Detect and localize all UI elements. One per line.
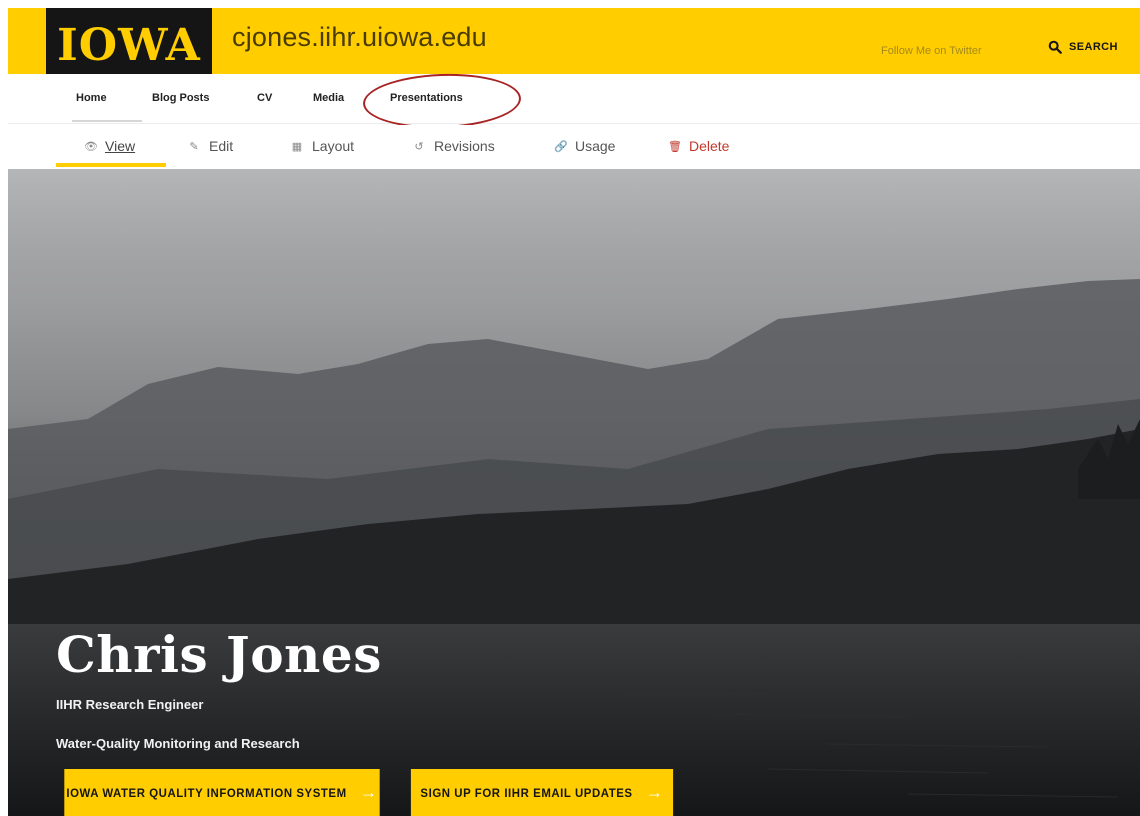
trash-icon: 🗑 — [668, 140, 682, 153]
iowa-logo[interactable]: IOWA — [46, 8, 212, 83]
arrow-right-icon: → — [645, 782, 664, 802]
hero-banner: Chris Jones IIHR Research Engineer Water… — [8, 169, 1140, 816]
tab-revisions-label: Revisions — [434, 138, 495, 154]
main-nav: Home Blog Posts CV Media Presentations — [8, 74, 1140, 124]
active-nav-indicator — [72, 120, 142, 122]
tab-view[interactable]: 👁 View — [84, 138, 135, 154]
nav-item-cv[interactable]: CV — [257, 92, 272, 104]
revisions-icon: ↺ — [414, 140, 424, 153]
site-header: IOWA cjones.iihr.uiowa.edu Follow Me on … — [8, 8, 1140, 83]
arrow-right-icon: → — [359, 782, 378, 802]
local-tasks-tabs: 👁 View ✎ Edit ▦ Layout ↺ Revisions 🔗 Usa… — [8, 125, 1140, 169]
site-name-link[interactable]: cjones.iihr.uiowa.edu — [232, 22, 487, 53]
tab-view-label: View — [105, 138, 136, 154]
tab-layout-label: Layout — [312, 138, 355, 154]
tab-edit-label: Edit — [209, 138, 234, 154]
search-icon — [1048, 40, 1062, 54]
iihr-email-signup-button[interactable]: SIGN UP FOR IIHR EMAIL UPDATES → — [410, 769, 674, 816]
link-icon: 🔗 — [554, 140, 568, 153]
active-tab-indicator — [56, 163, 166, 167]
hero-background-image — [8, 169, 1140, 816]
iowa-water-quality-button[interactable]: IOWA WATER QUALITY INFORMATION SYSTEM → — [64, 769, 380, 816]
hero-subtitle: IIHR Research Engineer — [56, 697, 204, 712]
nav-item-home[interactable]: Home — [76, 92, 107, 104]
cta-label: SIGN UP FOR IIHR EMAIL UPDATES — [420, 785, 633, 800]
nav-item-presentations[interactable]: Presentations — [390, 92, 463, 104]
hero-tagline: Water-Quality Monitoring and Research — [56, 736, 300, 751]
tab-delete[interactable]: 🗑 Delete — [668, 138, 729, 154]
tab-edit[interactable]: ✎ Edit — [188, 138, 233, 154]
tab-delete-label: Delete — [689, 138, 730, 154]
eye-icon: 👁 — [84, 140, 98, 153]
tab-revisions[interactable]: ↺ Revisions — [413, 138, 495, 154]
logo-text: IOWA — [57, 19, 201, 71]
edit-icon: ✎ — [189, 140, 199, 153]
layout-icon: ▦ — [291, 140, 303, 153]
tab-layout[interactable]: ▦ Layout — [291, 138, 354, 154]
tab-usage[interactable]: 🔗 Usage — [554, 138, 615, 154]
cta-label: IOWA WATER QUALITY INFORMATION SYSTEM — [66, 785, 347, 800]
nav-item-media[interactable]: Media — [313, 92, 344, 104]
follow-twitter-link[interactable]: Follow Me on Twitter — [881, 45, 982, 57]
search-button[interactable]: SEARCH — [1048, 40, 1118, 54]
nav-item-blog-posts[interactable]: Blog Posts — [152, 92, 209, 104]
tab-usage-label: Usage — [575, 138, 616, 154]
page-title: Chris Jones — [56, 625, 382, 684]
search-label: SEARCH — [1069, 41, 1118, 53]
